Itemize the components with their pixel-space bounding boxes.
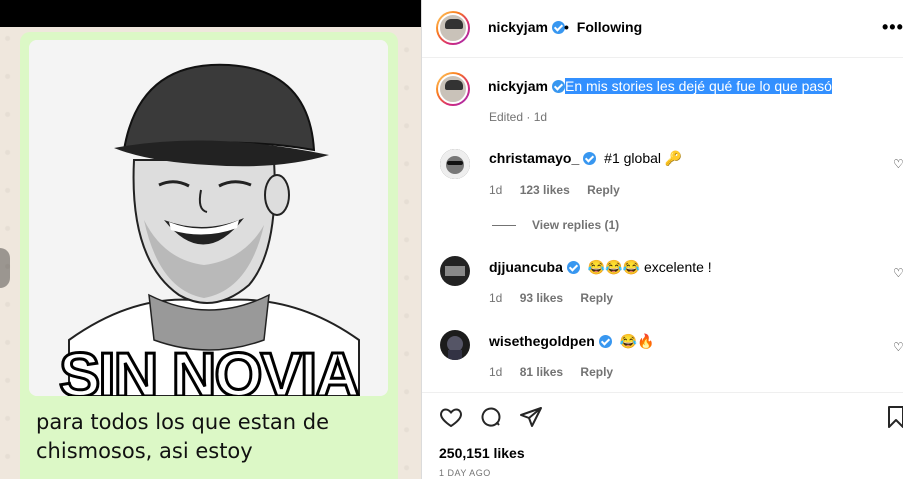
follow-status[interactable]: • Following (564, 19, 642, 35)
comment-meta: 1d 123 likes Reply (489, 183, 620, 197)
verified-badge-icon (583, 152, 597, 165)
separator-dot: • (564, 19, 569, 35)
avatar-image (440, 256, 470, 286)
comment-likes[interactable]: 81 likes (520, 365, 563, 379)
verified-badge-icon (566, 261, 580, 274)
comment-icon[interactable] (479, 405, 503, 429)
commenter-avatar[interactable] (440, 330, 470, 360)
author-username[interactable]: nickyjam (488, 19, 565, 35)
commenter-avatar[interactable] (440, 149, 470, 179)
post-actions: 250,151 likes 1 DAY AGO (422, 392, 903, 479)
comment-like-icon[interactable]: ♡ (893, 266, 903, 280)
replies-divider-line (492, 225, 516, 227)
comment-body: wisethegoldpen 😂🔥 (489, 333, 655, 350)
verified-badge-icon (551, 21, 565, 34)
post-timestamp: 1 DAY AGO (439, 468, 491, 478)
media-caption-line-1: para todos los que estan de (36, 410, 329, 434)
meme-headline: SIN NOVIA (58, 340, 362, 397)
verified-badge-icon (551, 80, 565, 93)
media-top-bar (0, 0, 421, 27)
following-button[interactable]: Following (577, 19, 642, 35)
instagram-post-view: SIN NOVIA para todos los que estan de ch… (0, 0, 903, 479)
comment-text: 😂🔥 (619, 333, 655, 349)
caption-author-avatar[interactable] (436, 72, 470, 106)
author-username-text[interactable]: nickyjam (488, 19, 548, 35)
caption-edited-time: Edited · 1d (489, 110, 548, 124)
comment-body: djjuancuba 😂😂😂 excelente ! (489, 259, 712, 276)
comment-likes[interactable]: 93 likes (520, 291, 563, 305)
comment-age: 1d (489, 291, 503, 305)
bookmark-icon[interactable] (884, 405, 903, 429)
comment-like-icon[interactable]: ♡ (893, 157, 903, 171)
commenter-avatar[interactable] (440, 256, 470, 286)
comment-likes[interactable]: 123 likes (520, 183, 570, 197)
reply-button[interactable]: Reply (580, 291, 613, 305)
caption-text-selected: En mis stories les dejé qué fue lo que p… (565, 78, 832, 94)
post-media[interactable]: SIN NOVIA para todos los que estan de ch… (0, 0, 421, 479)
avatar-image (440, 149, 470, 179)
comment-text: 😂😂😂 excelente ! (587, 259, 712, 275)
media-caption: para todos los que estan de chismosos, a… (36, 408, 386, 466)
view-replies-label[interactable]: View replies (1) (532, 218, 619, 232)
view-replies-button[interactable]: View replies (1) (492, 218, 619, 232)
comment-meta: 1d 81 likes Reply (489, 365, 613, 379)
comment-text: #1 global 🔑 (604, 150, 683, 166)
more-options-icon[interactable]: ••• (882, 17, 903, 38)
post-side-panel: nickyjam • Following ••• nickyjam En mis… (421, 0, 903, 479)
comment-body: christamayo_ #1 global 🔑 (489, 150, 682, 167)
media-caption-line-2: chismosos, asi estoy (36, 439, 253, 463)
caption-username-text[interactable]: nickyjam (488, 78, 548, 94)
author-avatar[interactable] (436, 11, 470, 45)
reply-button[interactable]: Reply (587, 183, 620, 197)
commenter-username[interactable]: wisethegoldpen (489, 333, 595, 349)
avatar-image (440, 330, 470, 360)
heart-icon[interactable] (439, 405, 463, 429)
comment-meta: 1d 93 likes Reply (489, 291, 613, 305)
caption-text: En mis stories les dejé qué fue lo que p… (565, 78, 832, 94)
post-likes-count[interactable]: 250,151 likes (439, 445, 525, 461)
post-header: nickyjam • Following ••• (422, 0, 903, 58)
verified-badge-icon (598, 335, 612, 348)
previous-media-button[interactable] (0, 248, 10, 288)
caption-author-username[interactable]: nickyjam (488, 78, 565, 94)
commenter-username[interactable]: djjuancuba (489, 259, 563, 275)
meme-image: SIN NOVIA (29, 40, 388, 396)
share-icon[interactable] (519, 405, 543, 429)
comment-age: 1d (489, 365, 503, 379)
comment-like-icon[interactable]: ♡ (893, 340, 903, 354)
comment-age: 1d (489, 183, 503, 197)
reply-button[interactable]: Reply (580, 365, 613, 379)
commenter-username[interactable]: christamayo_ (489, 150, 579, 166)
